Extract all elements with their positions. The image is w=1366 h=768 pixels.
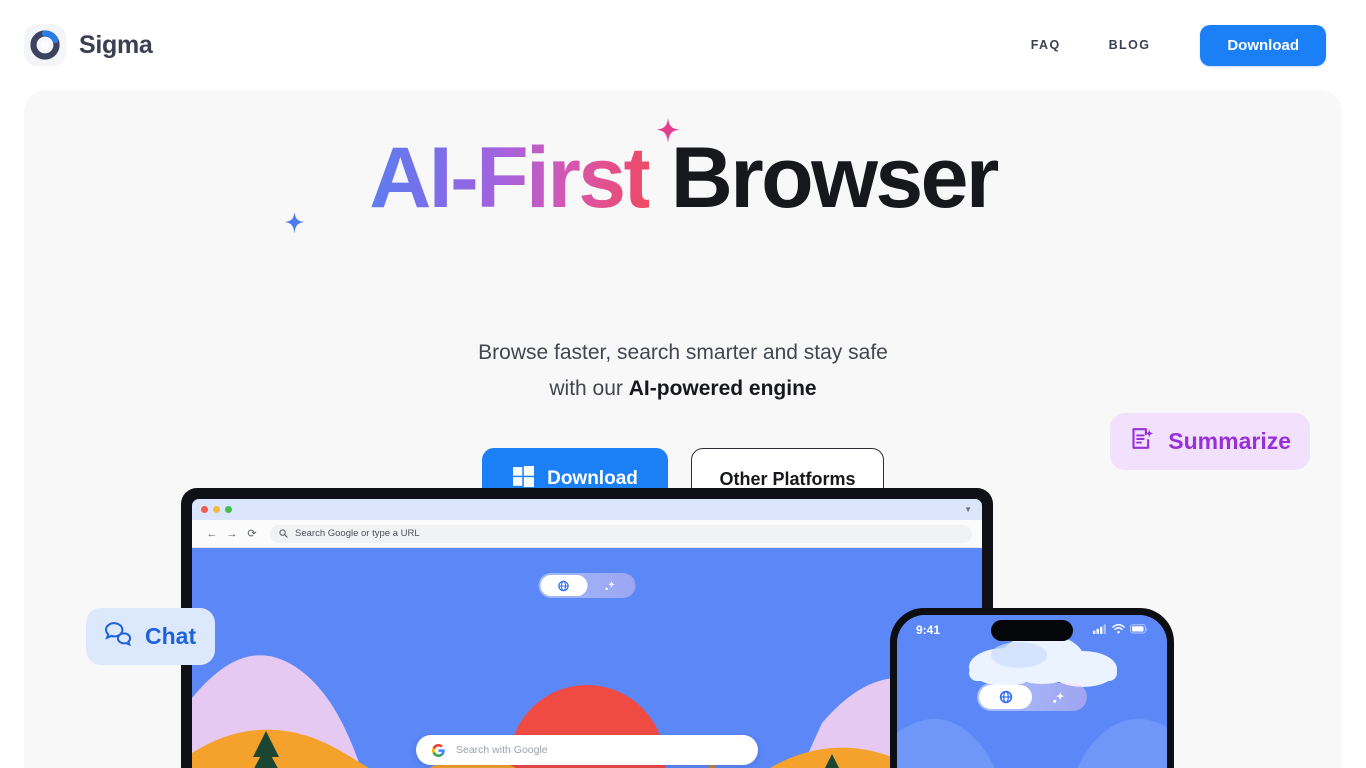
hero-subtitle-line2-bold: AI-powered engine [628, 377, 817, 401]
phone-mockup: 9:41 [890, 608, 1174, 768]
hero-title-plain: Browser [649, 130, 1000, 226]
sigma-ring-logo-icon [24, 24, 66, 66]
brand-logo[interactable]: Sigma [24, 24, 153, 66]
reload-icon[interactable]: ⟳ [242, 527, 262, 540]
minimize-window-dot-icon[interactable] [213, 506, 220, 513]
summarize-label: Summarize [1168, 428, 1291, 454]
cellular-signal-icon [1093, 621, 1107, 639]
hero-subtitle-line1: Browse faster, search smarter and stay s… [478, 341, 888, 364]
phone-screen: 9:41 [897, 615, 1167, 768]
brand-name: Sigma [79, 30, 153, 59]
laptop-search-placeholder: Search with Google [456, 744, 548, 756]
chat-label: Chat [145, 623, 197, 649]
site-header: Sigma FAQ BLOG Download [0, 0, 1366, 90]
hero-download-label: Download [547, 468, 638, 489]
laptop-screen: ▼ ← → ⟳ Search Google or type a URL Sear… [192, 499, 982, 768]
wifi-icon [1112, 621, 1125, 639]
hero-title-gradient: AI-First [369, 130, 652, 226]
dynamic-island [991, 620, 1073, 641]
laptop-mode-toggle[interactable] [538, 573, 636, 598]
ai-sparkle-icon[interactable] [587, 579, 634, 592]
laptop-search-bar[interactable]: Search with Google [416, 735, 758, 765]
laptop-wallpaper: Search with Google [192, 548, 982, 768]
status-time: 9:41 [916, 623, 941, 637]
omnibox-input[interactable]: Search Google or type a URL [270, 524, 972, 543]
main-navigation: FAQ BLOG Download [1007, 24, 1326, 66]
close-window-dot-icon[interactable] [201, 506, 208, 513]
omnibox-placeholder: Search Google or type a URL [295, 528, 420, 539]
header-download-button[interactable]: Download [1200, 24, 1326, 66]
hero-subtitle-line2-prefix: with our [549, 377, 629, 401]
summarize-pill[interactable]: Summarize [1110, 413, 1310, 470]
browser-tabstrip: ▼ [192, 499, 982, 520]
nav-link-faq[interactable]: FAQ [1007, 28, 1085, 62]
phone-status-bar: 9:41 [897, 615, 1167, 645]
ai-sparkle-icon[interactable] [1032, 690, 1085, 705]
window-traffic-lights[interactable] [201, 506, 232, 513]
google-g-icon [432, 743, 445, 757]
battery-icon [1130, 621, 1148, 639]
globe-icon[interactable] [540, 575, 587, 596]
status-icons [1093, 621, 1148, 639]
hero-panel: AI-First Browser Browse faster, search s… [24, 90, 1342, 768]
browser-toolbar: ← → ⟳ Search Google or type a URL [192, 520, 982, 548]
nav-link-blog[interactable]: BLOG [1085, 28, 1175, 62]
hero-subtitle: Browse faster, search smarter and stay s… [24, 335, 1342, 408]
phone-mode-toggle[interactable] [977, 683, 1087, 711]
forward-icon[interactable]: → [222, 528, 242, 540]
globe-icon[interactable] [979, 685, 1032, 709]
laptop-mockup: ▼ ← → ⟳ Search Google or type a URL Sear… [181, 488, 993, 768]
back-icon[interactable]: ← [202, 528, 222, 540]
magnifier-icon [279, 525, 288, 543]
chevron-down-icon[interactable]: ▼ [964, 505, 972, 514]
maximize-window-dot-icon[interactable] [225, 506, 232, 513]
chat-bubbles-icon [104, 620, 133, 653]
page-title: AI-First Browser [24, 135, 1342, 221]
document-sparkle-icon [1129, 425, 1156, 458]
chat-pill[interactable]: Chat [86, 608, 216, 665]
landing-page: Sigma FAQ BLOG Download AI-First Browser… [0, 0, 1366, 768]
